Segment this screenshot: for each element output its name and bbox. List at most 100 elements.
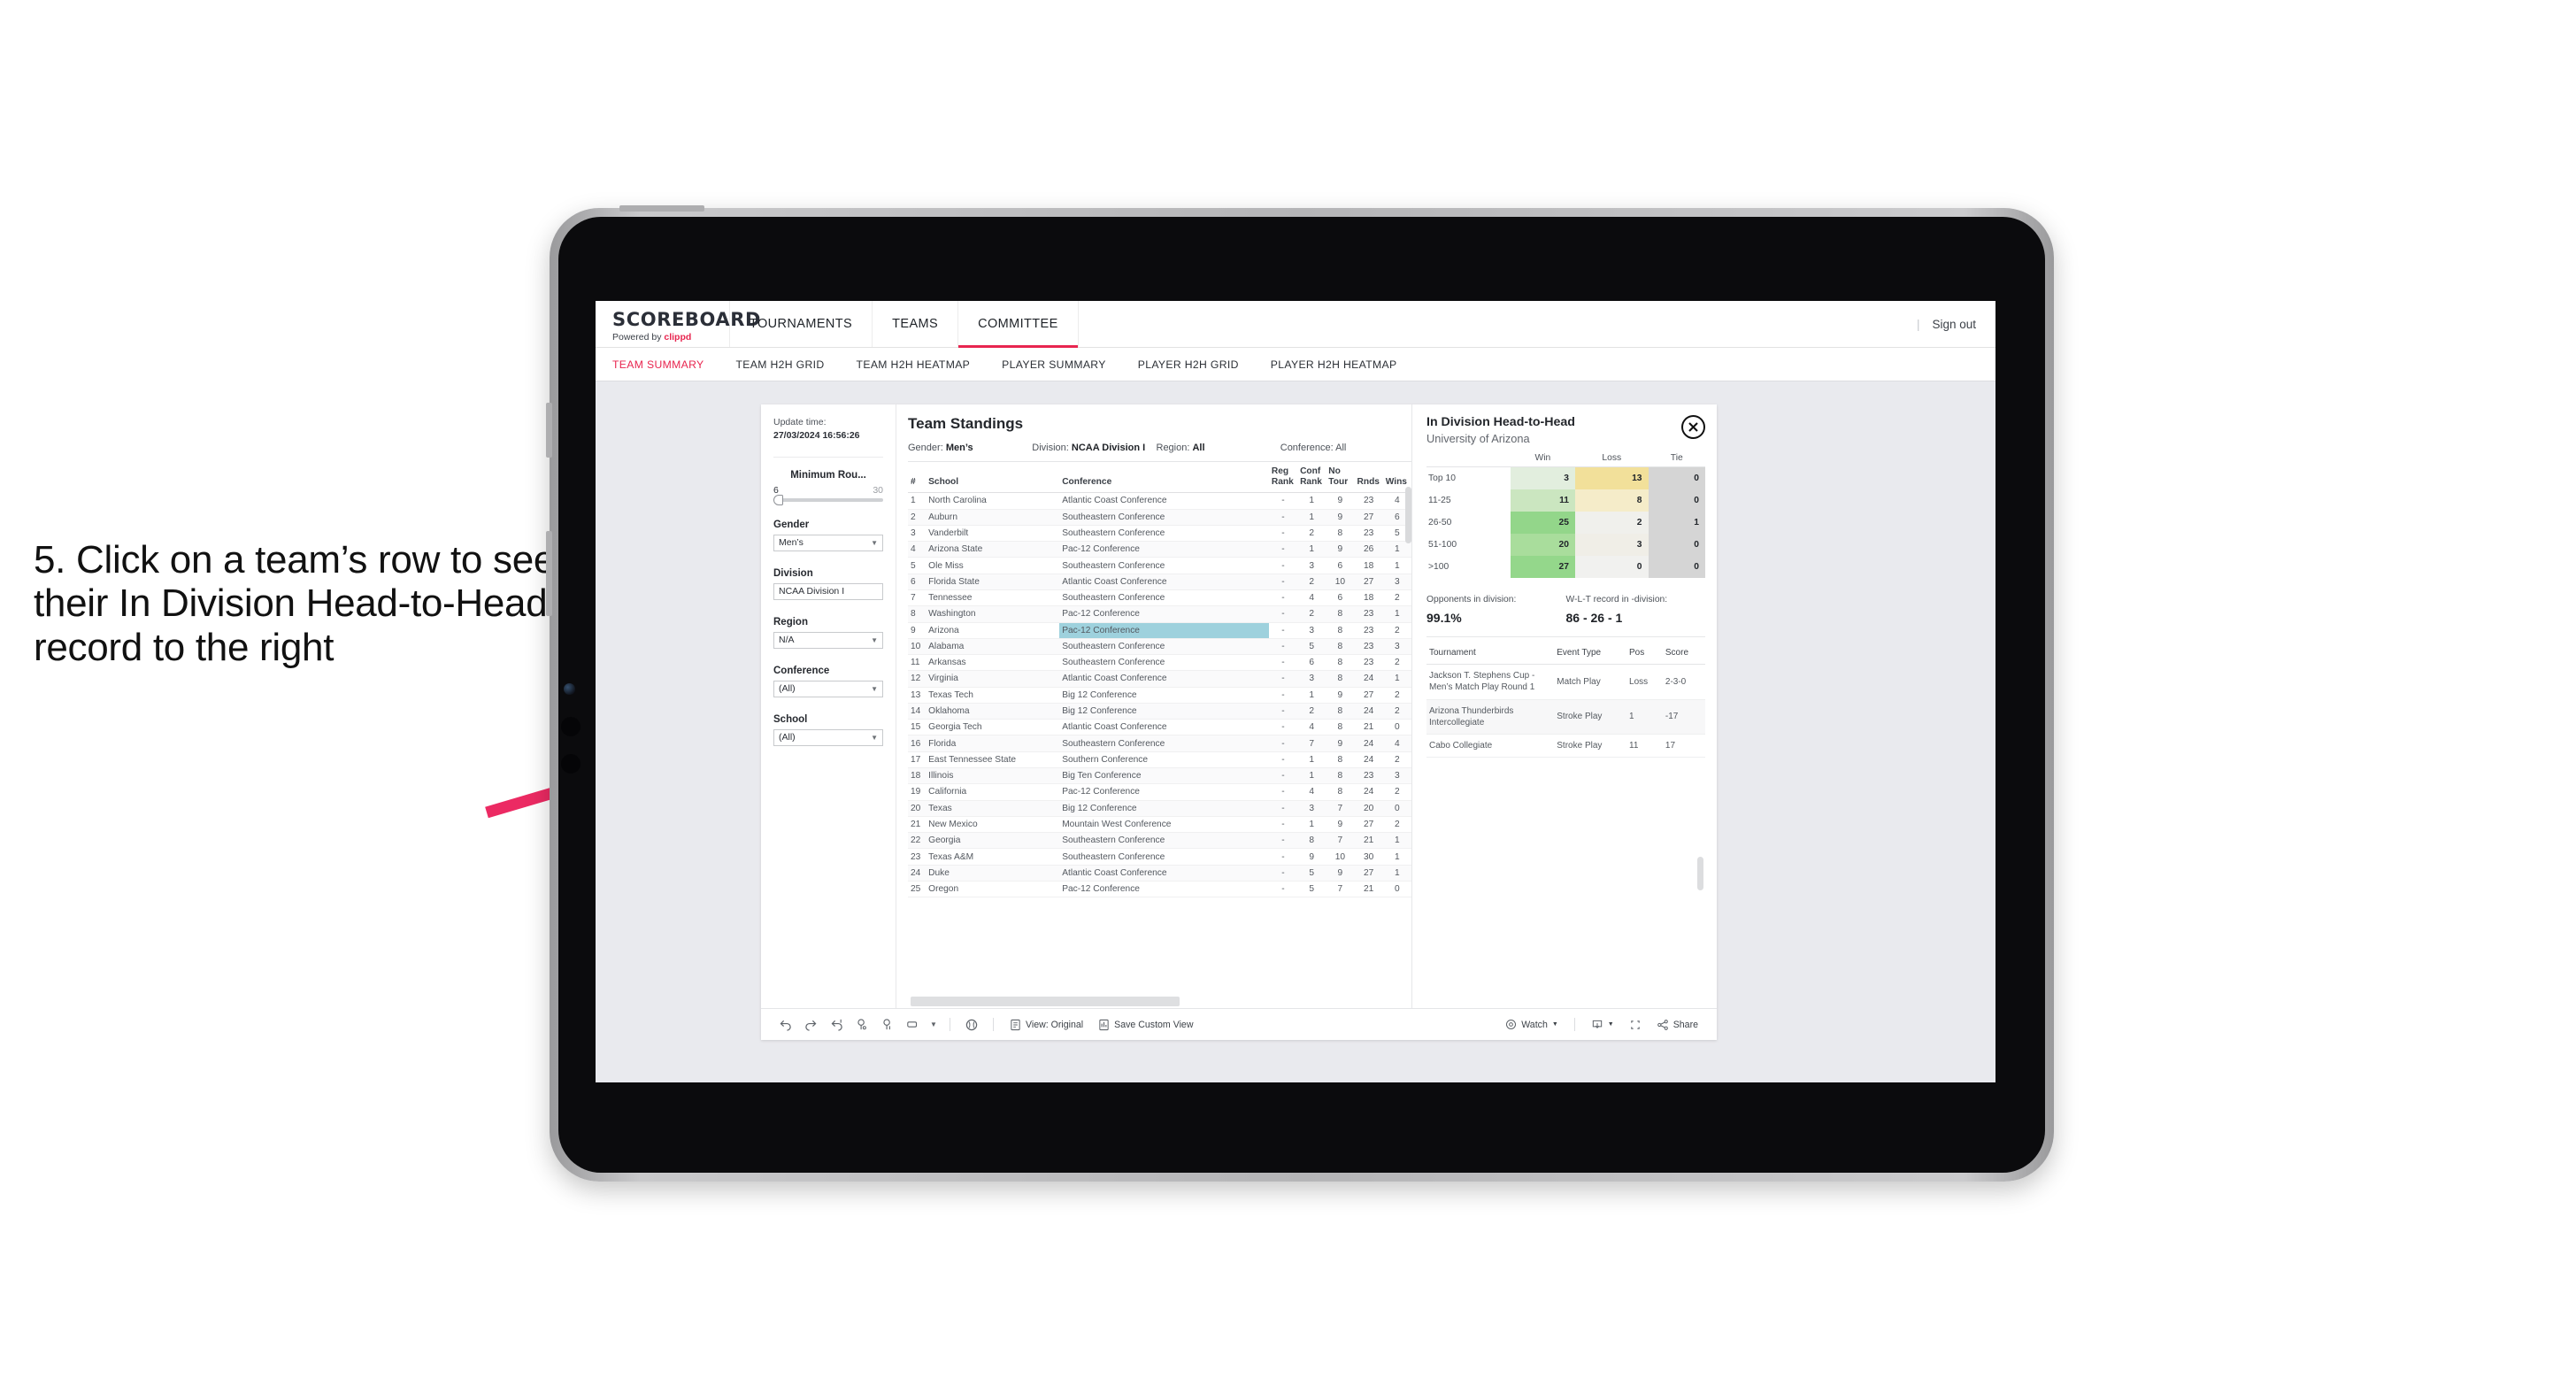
subnav-item-player-h2h-heatmap[interactable]: PLAYER H2H HEATMAP xyxy=(1271,358,1397,371)
brand-logo[interactable]: SCOREBOARD Powered by clippd xyxy=(596,301,760,347)
tournament-name: Cabo Collegiate xyxy=(1426,734,1555,758)
table-row[interactable]: 1 North Carolina Atlantic Coast Conference… xyxy=(908,492,1411,510)
region-select[interactable]: N/A ▼ xyxy=(773,631,883,649)
table-row[interactable]: 10 Alabama Southeastern Conference -5 8 23 3 xyxy=(908,638,1411,656)
cell-conf-rank: 3 xyxy=(1297,800,1326,817)
h2h-cell-tie: 0 xyxy=(1648,556,1705,579)
table-row[interactable]: 20 Texas Big 12 Conference -3 7 20 0 xyxy=(908,800,1411,817)
table-row[interactable]: 19 California Pac-12 Conference -4 8 24 2 xyxy=(908,783,1411,801)
share-button[interactable]: Share xyxy=(1650,1019,1704,1031)
cell-wins: 2 xyxy=(1382,687,1411,704)
cell-no-tour: 6 xyxy=(1326,589,1355,607)
subnav-item-team-h2h-heatmap[interactable]: TEAM H2H HEATMAP xyxy=(857,358,971,371)
page-title: Team Standings xyxy=(908,415,1024,432)
col-reg-rank[interactable]: Reg Rank xyxy=(1268,462,1298,494)
table-row[interactable]: 12 Virginia Atlantic Coast Conference -3 8 24… xyxy=(908,670,1411,688)
table-row[interactable]: 21 New Mexico Mountain West Conference -1 9 2… xyxy=(908,816,1411,834)
nav-item-committee[interactable]: COMMITTEE xyxy=(958,301,1079,348)
head-to-head-panel: In Division Head-to-Head University of A… xyxy=(1411,404,1717,1008)
download-button[interactable]: ▼ xyxy=(1585,1019,1620,1031)
col-rank[interactable]: # xyxy=(908,462,927,494)
sign-out-link[interactable]: Sign out xyxy=(1932,318,1976,331)
table-row[interactable]: 9 Arizona Pac-12 Conference -3 8 23 2 xyxy=(908,622,1411,639)
table-row[interactable]: 6 Florida State Atlantic Coast Conference -… xyxy=(908,574,1411,590)
volume-down-button xyxy=(546,531,552,616)
school-select[interactable]: (All) ▼ xyxy=(773,728,883,746)
table-row[interactable]: 13 Texas Tech Big 12 Conference -1 9 27 2 xyxy=(908,687,1411,704)
table-row[interactable]: 4 Arizona State Pac-12 Conference -1 9 26 1 xyxy=(908,541,1411,558)
volume-up-button xyxy=(546,403,552,458)
table-row[interactable]: 8 Washington Pac-12 Conference -2 8 23 1 xyxy=(908,605,1411,623)
division-select[interactable]: NCAA Division I xyxy=(773,582,883,600)
view-original-button[interactable]: View: Original xyxy=(1003,1019,1089,1031)
table-row[interactable]: 16 Florida Southeastern Conference -7 9 24 4 xyxy=(908,735,1411,752)
standings-horizontal-scrollbar[interactable] xyxy=(911,997,1180,1006)
redo-icon[interactable] xyxy=(799,1015,822,1035)
subnav-item-player-h2h-grid[interactable]: PLAYER H2H GRID xyxy=(1138,358,1239,371)
watch-button[interactable]: Watch ▼ xyxy=(1499,1019,1565,1030)
col-no-tour[interactable]: No Tour xyxy=(1326,462,1355,494)
list-item[interactable]: Cabo Collegiate Stroke Play 11 17 xyxy=(1426,734,1705,758)
tournament-table-body: Jackson T. Stephens Cup - Men’s Match Pl… xyxy=(1426,664,1705,758)
slider-handle[interactable] xyxy=(773,494,783,505)
update-time-label: Update time: 27/03/2024 16:56:26 xyxy=(773,416,883,443)
table-row[interactable]: 18 Illinois Big Ten Conference -1 8 23 3 xyxy=(908,767,1411,785)
fullscreen-button[interactable] xyxy=(1623,1019,1648,1031)
minimum-rounds-slider[interactable] xyxy=(773,494,883,505)
standings-vertical-scrollbar[interactable] xyxy=(1405,487,1411,543)
col-conference[interactable]: Conference xyxy=(1059,462,1269,494)
col-conf-rank[interactable]: Conf Rank xyxy=(1297,462,1326,494)
subnav-item-team-h2h-grid[interactable]: TEAM H2H GRID xyxy=(736,358,825,371)
gender-select[interactable]: Men’s ▼ xyxy=(773,534,883,551)
meta-gender: Gender: Men’s xyxy=(908,443,1032,453)
conference-select[interactable]: (All) ▼ xyxy=(773,680,883,697)
device-layout-icon[interactable] xyxy=(902,1015,925,1035)
table-row[interactable]: 7 Tennessee Southeastern Conference -4 6 18 2 xyxy=(908,589,1411,607)
nav-item-teams[interactable]: TEAMS xyxy=(873,301,959,347)
table-row[interactable]: 3 Vanderbilt Southeastern Conference -2 8 23 5 xyxy=(908,525,1411,543)
cell-conf-rank: 2 xyxy=(1297,703,1326,720)
col-school[interactable]: School xyxy=(926,462,1060,494)
chevron-down-icon: ▼ xyxy=(871,635,878,644)
col-rnds[interactable]: Rnds xyxy=(1354,462,1383,494)
chevron-down-icon[interactable]: ▼ xyxy=(927,1015,940,1035)
h2h-matrix-table: Win Loss Tie Top 10 3 13 0 11-25 11 8 0 26-50 25 2… xyxy=(1426,453,1705,579)
alerts-icon[interactable] xyxy=(960,1015,983,1035)
pause-icon[interactable] xyxy=(850,1015,873,1035)
table-row[interactable]: 23 Texas A&M Southeastern Conference -9 10 30… xyxy=(908,848,1411,866)
cell-conf-rank: 2 xyxy=(1297,605,1326,623)
h2h-cell-loss: 3 xyxy=(1575,534,1649,557)
table-row[interactable]: 17 East Tennessee State Southern Conferenc… xyxy=(908,751,1411,769)
nav-item-tournaments[interactable]: TOURNAMENTS xyxy=(730,301,873,347)
table-row[interactable]: 11 Arkansas Southeastern Conference -6 8 23 2 xyxy=(908,654,1411,672)
cell-conference: Atlantic Coast Conference xyxy=(1059,670,1269,688)
subnav-item-team-summary[interactable]: TEAM SUMMARY xyxy=(612,358,704,371)
table-row[interactable]: 15 Georgia Tech Atlantic Coast Conference -… xyxy=(908,719,1411,736)
table-row[interactable]: 5 Ole Miss Southeastern Conference -3 6 18 1 xyxy=(908,557,1411,574)
undo-icon[interactable] xyxy=(773,1015,796,1035)
h2h-col-loss: Loss xyxy=(1575,453,1649,468)
revert-icon[interactable] xyxy=(825,1015,848,1035)
cell-rank: 12 xyxy=(908,670,927,688)
table-row[interactable]: 14 Oklahoma Big 12 Conference -2 8 24 2 xyxy=(908,703,1411,720)
subnav-item-player-summary[interactable]: PLAYER SUMMARY xyxy=(1002,358,1106,371)
update-time-value: 27/03/2024 16:56:26 xyxy=(773,429,860,441)
cell-reg-rank: - xyxy=(1268,541,1298,558)
cell-conf-rank: 4 xyxy=(1297,783,1326,801)
close-icon[interactable] xyxy=(1681,415,1705,439)
cell-rnds: 30 xyxy=(1354,848,1383,866)
table-row[interactable]: 25 Oregon Pac-12 Conference -5 7 21 0 xyxy=(908,881,1411,898)
refresh-icon[interactable] xyxy=(876,1015,899,1035)
list-item[interactable]: Arizona Thunderbirds Intercollegiate Stro… xyxy=(1426,699,1705,735)
list-item[interactable]: Jackson T. Stephens Cup - Men’s Match Pl… xyxy=(1426,664,1705,700)
cell-reg-rank: - xyxy=(1268,492,1298,510)
cell-rank: 5 xyxy=(908,557,927,574)
sub-navigation-bar: TEAM SUMMARY TEAM H2H GRID TEAM H2H HEAT… xyxy=(596,348,1995,381)
filter-minimum-rounds: Minimum Rou... 6 30 xyxy=(773,470,883,505)
h2h-cell-win: 25 xyxy=(1510,512,1575,535)
table-row[interactable]: 22 Georgia Southeastern Conference -8 7 21 1 xyxy=(908,832,1411,850)
table-row[interactable]: 2 Auburn Southeastern Conference -1 9 27 6 xyxy=(908,509,1411,526)
tournament-vertical-scrollbar[interactable] xyxy=(1697,857,1703,891)
table-row[interactable]: 24 Duke Atlantic Coast Conference -5 9 27 1 xyxy=(908,865,1411,882)
save-custom-view-button[interactable]: Save Custom View xyxy=(1092,1019,1199,1031)
